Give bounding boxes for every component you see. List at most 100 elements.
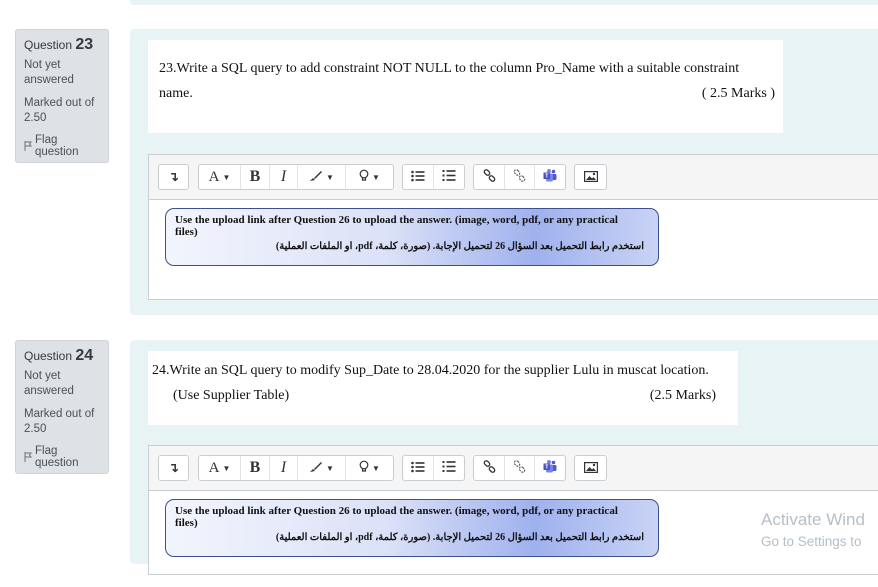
- bullet-list-icon: [411, 170, 425, 185]
- ordered-list-button[interactable]: [434, 456, 464, 480]
- toolbar-group-media: [574, 455, 607, 481]
- editor-content-area[interactable]: Use the upload link after Question 26 to…: [149, 200, 878, 296]
- image-icon: [583, 461, 598, 476]
- font-icon: A: [208, 459, 220, 476]
- ordered-list-button[interactable]: [434, 165, 464, 189]
- italic-button[interactable]: I: [270, 165, 298, 189]
- question-text-line: 23.Write a SQL query to add constraint N…: [159, 61, 740, 76]
- editor-toolbar: ↴ A ▼ B I ▼ ▼ T: [149, 446, 878, 491]
- unordered-list-button[interactable]: [403, 456, 434, 480]
- chevron-down-icon: ▼: [372, 172, 380, 182]
- toolbar-group-expand: ↴: [158, 164, 189, 190]
- brush-icon: [309, 461, 323, 476]
- background-color-button[interactable]: ▼: [346, 165, 393, 189]
- previous-question-panel-edge: [130, 0, 878, 5]
- font-color-button[interactable]: ▼: [298, 165, 346, 189]
- italic-icon: I: [280, 168, 287, 185]
- font-color-button[interactable]: ▼: [298, 456, 346, 480]
- unlink-icon: [513, 460, 526, 476]
- bullet-list-icon: [411, 461, 425, 476]
- question-content-24: 24.Write an SQL query to modify Sup_Date…: [130, 340, 878, 575]
- show-more-buttons-button[interactable]: ↴: [159, 456, 188, 480]
- question-number-value: 23: [75, 36, 94, 53]
- question-text-line: 24.Write an SQL query to modify Sup_Date…: [152, 363, 709, 378]
- unlink-icon: [513, 169, 526, 185]
- link-icon: [483, 460, 496, 476]
- question-info-24: Question 24 Not yet answered Marked out …: [15, 340, 109, 474]
- font-icon: A: [208, 168, 220, 185]
- question-state: Not yet answered: [24, 370, 74, 397]
- flag-question-link[interactable]: Flag question: [24, 134, 100, 158]
- question-state: Not yet answered: [24, 59, 74, 86]
- numbered-list-icon: [442, 460, 456, 476]
- toolbar-group-links: T: [473, 164, 566, 190]
- bold-button[interactable]: B: [241, 165, 270, 189]
- paragraph-styles-button[interactable]: A ▼: [199, 456, 241, 480]
- chevron-down-icon: ▼: [222, 172, 231, 182]
- unlink-button[interactable]: [505, 456, 535, 480]
- italic-icon: I: [280, 459, 287, 476]
- upload-note-arabic: استخدم رابط التحميل بعد السؤال 26 لتحميل…: [275, 532, 644, 543]
- flag-icon: [24, 141, 32, 151]
- teams-icon: T: [543, 460, 557, 476]
- lightbulb-icon: [359, 169, 369, 185]
- chevron-down-icon: ▼: [326, 463, 334, 473]
- question-marks: (2.5 Marks): [649, 388, 716, 403]
- image-icon: [583, 170, 598, 185]
- toolbar-group-lists: [402, 455, 465, 481]
- question-text-line: (Use Supplier Table): [173, 388, 290, 403]
- question-info-23: Question 23 Not yet answered Marked out …: [15, 29, 109, 163]
- insert-image-button[interactable]: [575, 456, 606, 480]
- flag-question-link[interactable]: Flag question: [24, 445, 100, 469]
- teams-meeting-button[interactable]: T: [535, 456, 565, 480]
- teams-icon: T: [543, 169, 557, 185]
- bold-icon: B: [249, 459, 261, 476]
- question-label: Question: [24, 349, 73, 363]
- question-number: Question 24: [24, 347, 100, 365]
- toolbar-group-format: A ▼ B I ▼ ▼: [198, 455, 394, 481]
- italic-button[interactable]: I: [270, 456, 298, 480]
- insert-link-button[interactable]: [474, 165, 505, 189]
- insert-image-button[interactable]: [575, 165, 606, 189]
- expand-icon: ↴: [168, 460, 179, 475]
- expand-icon: ↴: [168, 169, 179, 184]
- upload-instruction-note: Use the upload link after Question 26 to…: [165, 499, 659, 557]
- chevron-down-icon: ▼: [326, 172, 334, 182]
- question-text-line: name.: [159, 86, 193, 101]
- question-text: 23.Write a SQL query to add constraint N…: [148, 40, 783, 133]
- background-color-button[interactable]: ▼: [346, 456, 393, 480]
- question-label: Question: [24, 38, 73, 52]
- show-more-buttons-button[interactable]: ↴: [159, 165, 188, 189]
- teams-meeting-button[interactable]: T: [535, 165, 565, 189]
- flag-label: Flag question: [35, 134, 79, 158]
- upload-note-english: Use the upload link after Question 26 to…: [175, 505, 618, 529]
- insert-link-button[interactable]: [474, 456, 505, 480]
- paragraph-styles-button[interactable]: A ▼: [199, 165, 241, 189]
- toolbar-group-format: A ▼ B I ▼ ▼: [198, 164, 394, 190]
- flag-icon: [24, 452, 32, 462]
- answer-editor: ↴ A ▼ B I ▼ ▼ T Use the upload link afte…: [148, 154, 878, 300]
- unordered-list-button[interactable]: [403, 165, 434, 189]
- question-number-value: 24: [75, 347, 94, 364]
- upload-note-english: Use the upload link after Question 26 to…: [175, 214, 618, 238]
- toolbar-group-lists: [402, 164, 465, 190]
- activate-windows-subtext: Go to Settings to: [761, 534, 862, 549]
- question-number: Question 23: [24, 36, 100, 54]
- question-grade: Marked out of 2.50: [24, 97, 95, 124]
- toolbar-group-expand: ↴: [158, 455, 189, 481]
- toolbar-group-media: [574, 164, 607, 190]
- question-content-23: 23.Write a SQL query to add constraint N…: [130, 29, 878, 315]
- link-icon: [483, 169, 496, 185]
- upload-note-arabic: استخدم رابط التحميل بعد السؤال 26 لتحميل…: [275, 241, 644, 252]
- question-marks: ( 2.5 Marks ): [701, 86, 775, 101]
- numbered-list-icon: [442, 169, 456, 185]
- brush-icon: [309, 170, 323, 185]
- bold-icon: B: [249, 168, 261, 185]
- unlink-button[interactable]: [505, 165, 535, 189]
- flag-label: Flag question: [35, 445, 79, 469]
- chevron-down-icon: ▼: [222, 463, 231, 473]
- editor-toolbar: ↴ A ▼ B I ▼ ▼ T: [149, 155, 878, 200]
- lightbulb-icon: [359, 460, 369, 476]
- bold-button[interactable]: B: [241, 456, 270, 480]
- activate-windows-watermark: Activate Wind: [761, 510, 865, 529]
